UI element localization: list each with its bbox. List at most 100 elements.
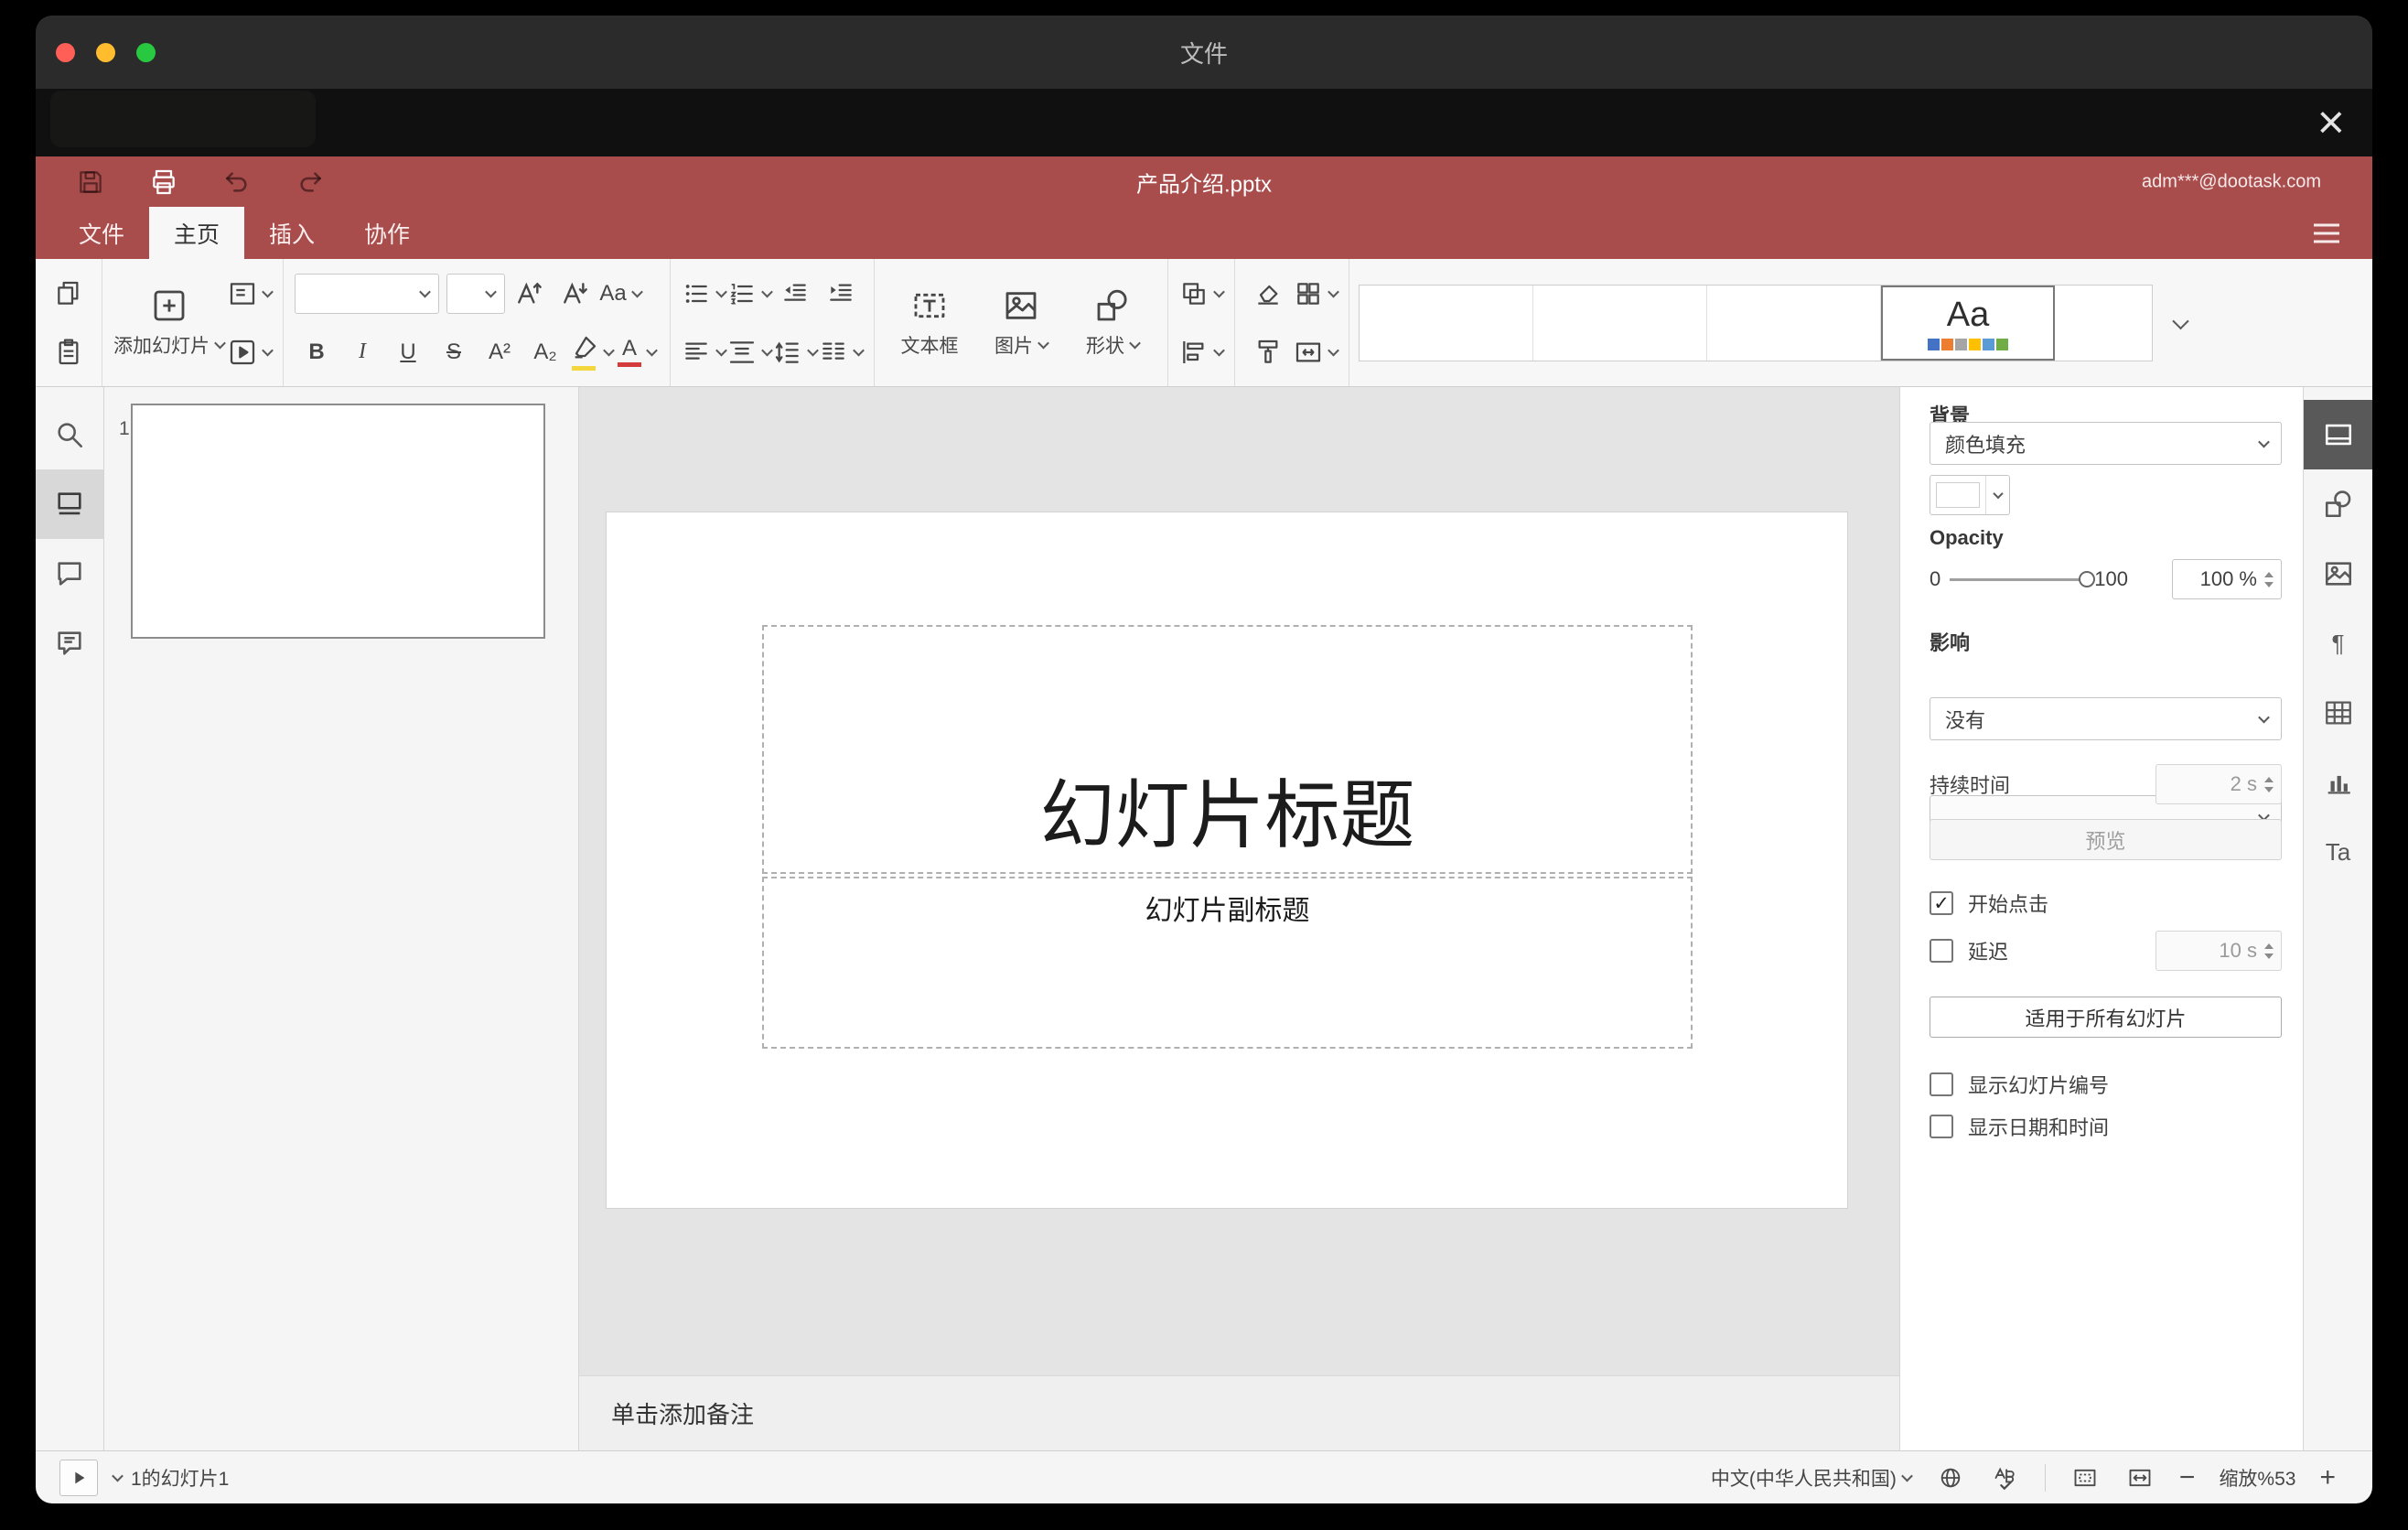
start-slideshow-status-button[interactable] [59,1459,98,1496]
spin-down-icon[interactable] [2264,786,2274,792]
change-case-button[interactable]: Aa [598,268,643,319]
arrange-shapes-button[interactable] [1179,268,1225,319]
spin-up-icon[interactable] [2264,943,2274,949]
font-name-combo[interactable] [295,273,439,314]
align-shapes-button[interactable] [1179,327,1225,378]
checkbox-icon[interactable] [1930,891,1953,915]
zoom-in-button[interactable]: + [2319,1463,2336,1492]
close-icon[interactable]: × [2317,99,2345,146]
horizontal-align-button[interactable] [682,327,727,378]
slide-editor[interactable]: 幻灯片标题 幻灯片副标题 [607,512,1847,1208]
spin-down-icon[interactable] [2264,953,2274,959]
decrease-font-size-button[interactable] [553,268,597,319]
subtitle-placeholder[interactable]: 幻灯片副标题 [762,877,1693,1049]
paragraph-settings-tab[interactable]: ¶ [2304,609,2372,678]
document-language-button[interactable] [1935,1462,1966,1493]
theme-option-2[interactable] [1533,285,1707,361]
delay-input[interactable]: 10 s [2155,931,2282,971]
columns-button[interactable] [819,327,865,378]
tab-file[interactable]: 文件 [54,207,149,259]
slide-thumbnail-1[interactable] [131,404,545,639]
increase-indent-button[interactable] [819,268,863,319]
image-settings-tab[interactable] [2304,539,2372,609]
duration-input[interactable]: 2 s [2155,764,2282,804]
fit-slide-button[interactable] [2069,1462,2101,1493]
preview-button[interactable]: 预览 [1930,819,2282,860]
close-traffic-light[interactable] [56,42,75,62]
redo-icon[interactable] [294,166,327,199]
checkbox-icon[interactable] [1930,1072,1953,1096]
add-slide-button[interactable]: 添加幻灯片 [113,269,226,377]
bullet-list-button[interactable] [682,268,727,319]
notes-area[interactable]: 单击添加备注 [579,1375,1899,1450]
opacity-slider[interactable] [1950,571,2096,587]
minimize-traffic-light[interactable] [96,42,115,62]
slide-layout-button[interactable] [228,268,274,319]
spin-up-icon[interactable] [2264,776,2274,782]
numbered-list-button[interactable] [727,268,773,319]
font-color-button[interactable]: A [615,327,659,378]
title-placeholder[interactable]: 幻灯片标题 [762,625,1693,874]
color-scheme-button[interactable] [1294,268,1339,319]
underline-button[interactable]: U [386,327,430,378]
superscript-button[interactable]: A² [478,327,521,378]
slide-size-button[interactable] [1294,327,1339,378]
show-date-time-checkbox[interactable]: 显示日期和时间 [1930,1112,2282,1141]
strikeout-button[interactable]: S [432,327,476,378]
line-spacing-button[interactable] [773,327,819,378]
shape-settings-tab[interactable] [2304,469,2372,539]
insert-textbox-button[interactable]: 文本框 [886,269,973,377]
bold-button[interactable]: B [295,327,339,378]
fit-width-button[interactable] [2124,1462,2155,1493]
italic-button[interactable]: I [340,327,384,378]
clear-style-button[interactable] [1246,268,1290,319]
apply-to-all-slides-button[interactable]: 适用于所有幻灯片 [1930,997,2282,1038]
slides-panel-button[interactable] [36,469,103,539]
zoom-out-button[interactable]: − [2179,1463,2196,1492]
start-on-click-checkbox[interactable]: 开始点击 [1930,889,2282,918]
delay-checkbox[interactable]: 延迟 [1930,936,2008,965]
subscript-button[interactable]: A₂ [523,327,567,378]
opacity-slider-knob[interactable] [2079,571,2096,587]
tab-insert[interactable]: 插入 [244,207,339,259]
increase-font-size-button[interactable] [507,268,551,319]
language-selector[interactable]: 中文(中华人民共和国) [1711,1464,1913,1492]
copy-style-button[interactable] [1246,327,1290,378]
decrease-indent-button[interactable] [773,268,817,319]
theme-option-selected[interactable]: Aa [1881,285,2055,361]
tab-home[interactable]: 主页 [149,207,245,259]
search-button[interactable] [36,400,103,469]
spin-down-icon[interactable] [2264,581,2274,587]
show-slide-number-checkbox[interactable]: 显示幻灯片编号 [1930,1070,2282,1099]
start-slideshow-button[interactable] [228,327,274,378]
paste-button[interactable] [47,327,91,378]
spellcheck-button[interactable] [1990,1462,2021,1493]
font-size-combo[interactable] [446,273,505,314]
insert-shape-button[interactable]: 形状 [1069,269,1156,377]
hamburger-menu-icon[interactable] [2314,223,2339,242]
background-fill-select[interactable]: 颜色填充 [1930,422,2282,465]
background-color-picker[interactable] [1930,475,2010,515]
fullscreen-traffic-light[interactable] [136,42,156,62]
tab-collaboration[interactable]: 协作 [339,207,435,259]
print-icon[interactable] [147,166,180,199]
comments-button[interactable] [36,539,103,609]
theme-option-1[interactable] [1360,285,1533,361]
insert-image-button[interactable]: 图片 [977,269,1065,377]
textart-settings-tab[interactable]: Ta [2304,817,2372,887]
highlight-color-button[interactable] [569,327,615,378]
copy-button[interactable] [47,268,91,319]
chat-button[interactable] [36,609,103,678]
theme-gallery-expand-button[interactable] [2153,312,2208,330]
save-icon[interactable] [74,166,107,199]
table-settings-tab[interactable] [2304,678,2372,748]
undo-icon[interactable] [220,166,253,199]
opacity-input[interactable]: 100 % [2172,559,2282,599]
chart-settings-tab[interactable] [2304,748,2372,817]
vertical-align-button[interactable] [727,327,773,378]
chevron-down-icon[interactable] [112,1470,124,1482]
checkbox-icon[interactable] [1930,1115,1953,1138]
slide-settings-tab[interactable] [2304,400,2372,469]
checkbox-icon[interactable] [1930,939,1953,963]
effect-select[interactable]: 没有 [1930,697,2282,740]
